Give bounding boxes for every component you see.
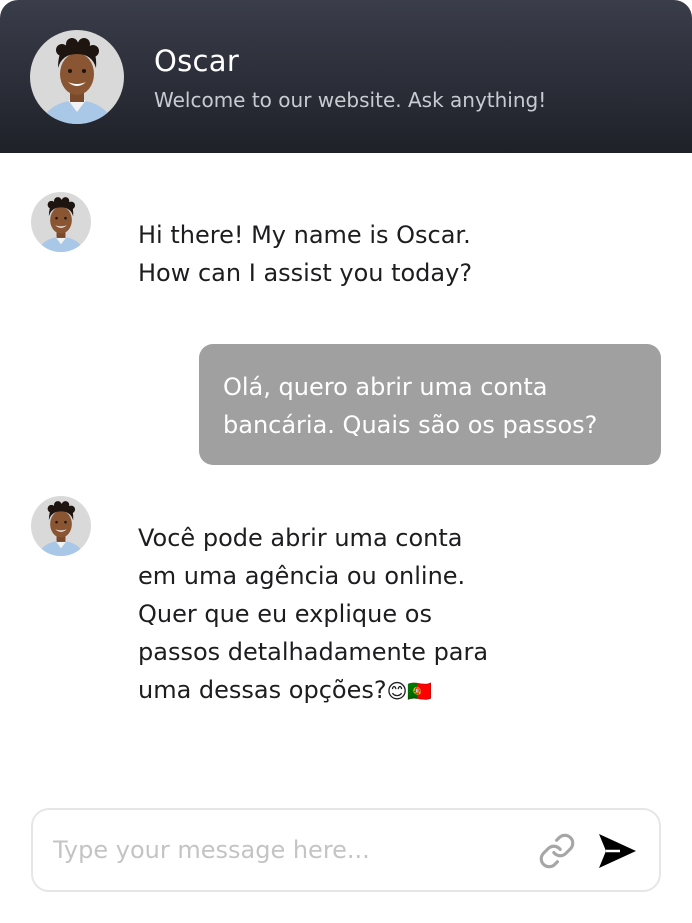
agent-avatar [30, 30, 124, 124]
agent-subtitle: Welcome to our website. Ask anything! [154, 88, 547, 112]
user-message: Olá, quero abrir uma conta bancária. Qua… [199, 344, 661, 465]
link-icon[interactable] [538, 832, 576, 870]
send-icon[interactable] [596, 831, 638, 871]
bot-message-text: Você pode abrir uma conta em uma agência… [138, 524, 489, 704]
bot-avatar [31, 496, 91, 556]
chat-header: Oscar Welcome to our website. Ask anythi… [0, 0, 692, 153]
emoji-smile-flag: 😊🇵🇹 [386, 679, 433, 703]
message-composer [31, 808, 661, 892]
bot-message: Hi there! My name is Oscar. How can I as… [138, 221, 473, 287]
chat-window: Oscar Welcome to our website. Ask anythi… [0, 0, 692, 923]
message-input[interactable] [53, 824, 533, 876]
agent-name: Oscar [154, 44, 240, 78]
bot-avatar [31, 192, 91, 252]
bot-message: Você pode abrir uma conta em uma agência… [138, 519, 488, 710]
